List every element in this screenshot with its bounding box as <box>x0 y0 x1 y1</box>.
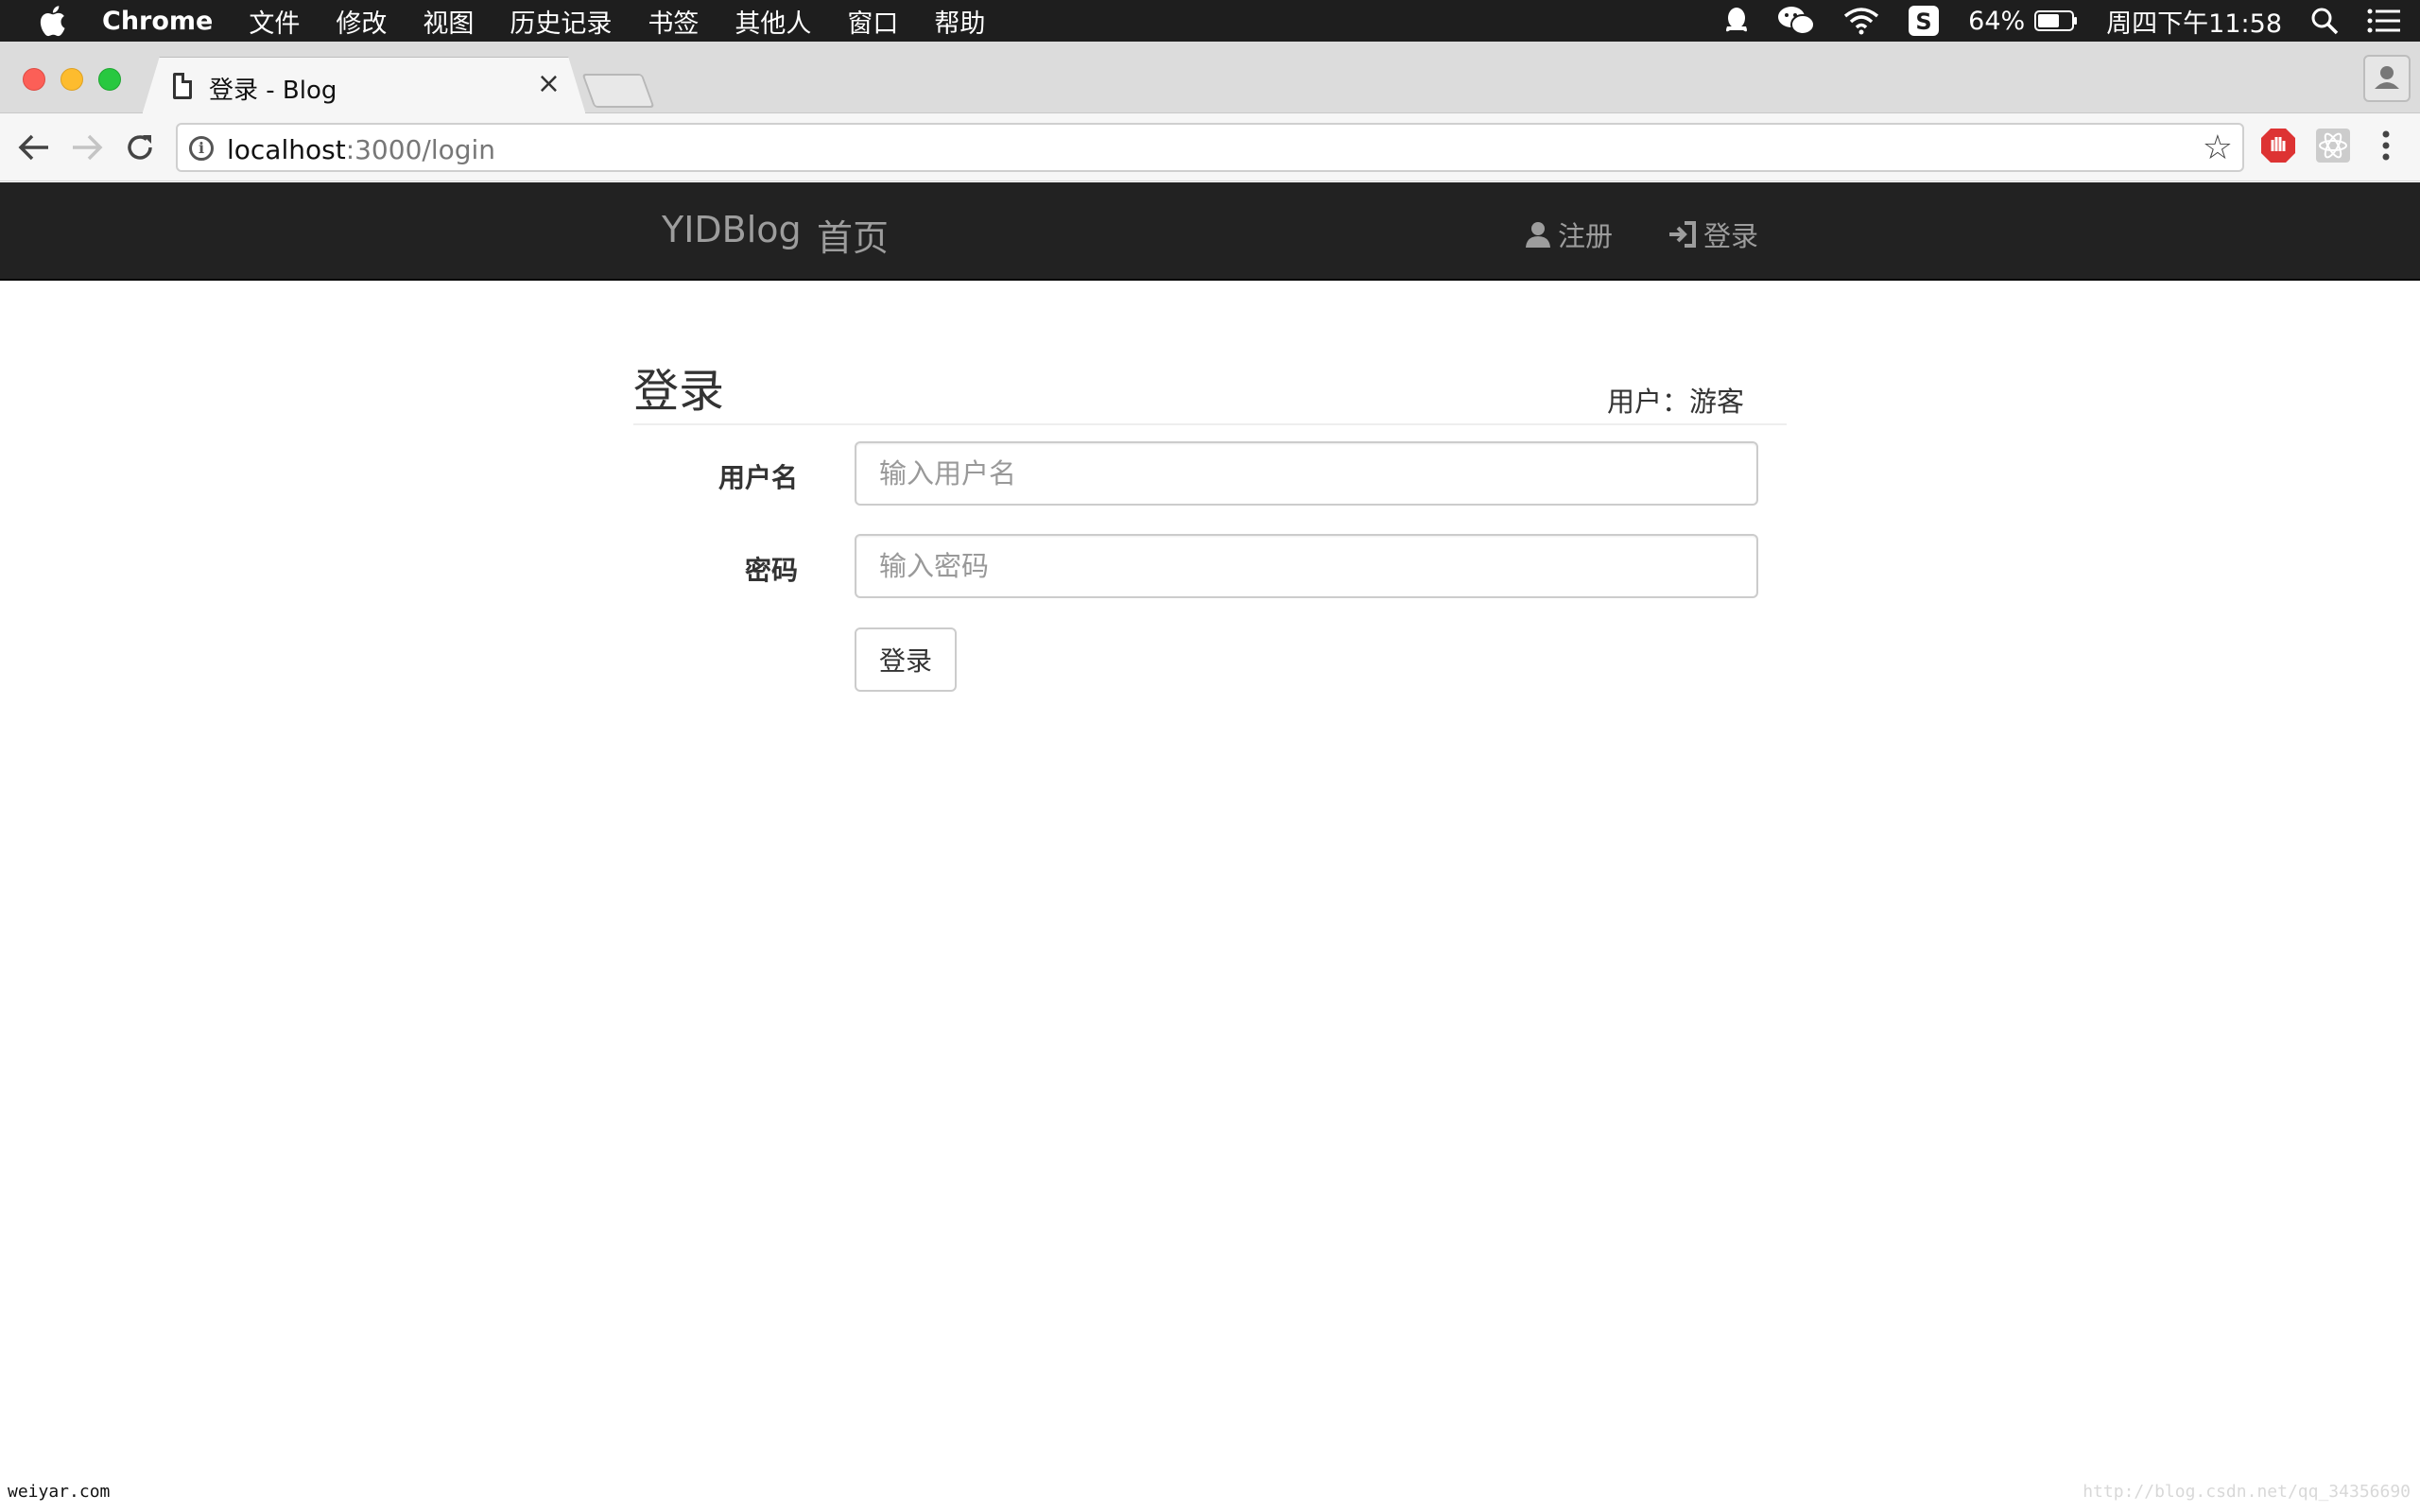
back-arrow-icon <box>18 134 48 161</box>
notification-center-icon[interactable] <box>2367 9 2401 33</box>
chrome-menu-kebab-icon[interactable] <box>2367 127 2405 164</box>
window-maximize-button[interactable] <box>98 68 121 91</box>
wechat-icon[interactable] <box>1777 6 1816 36</box>
back-button[interactable] <box>15 129 53 166</box>
url-path: :3000/login <box>345 134 496 165</box>
site-navbar: YIDBlog 首页 注册 登录 <box>0 182 2420 281</box>
nav-register-label: 注册 <box>1558 220 1614 252</box>
window-minimize-button[interactable] <box>60 68 83 91</box>
battery-percent: 64% <box>1968 6 2026 36</box>
username-input[interactable] <box>855 441 1758 506</box>
url-host: localhost <box>227 134 346 165</box>
new-tab-button[interactable] <box>581 74 655 108</box>
login-icon <box>1669 221 1696 248</box>
heading-divider <box>633 423 1787 425</box>
bookmark-star-icon[interactable]: ☆ <box>2203 129 2233 167</box>
browser-toolbar: i localhost:3000/login ☆ <box>0 113 2420 181</box>
spotlight-search-icon[interactable] <box>2310 7 2339 35</box>
browser-tab-strip: 登录 - Blog × <box>0 42 2420 115</box>
tab-close-icon[interactable]: × <box>537 67 561 100</box>
forward-arrow-icon <box>73 134 103 161</box>
password-label: 密码 <box>745 555 799 586</box>
window-close-button[interactable] <box>23 68 45 91</box>
current-user-status: 用户：游客 <box>1607 386 1745 418</box>
reload-button[interactable] <box>121 129 159 166</box>
menu-view[interactable]: 视图 <box>423 3 474 40</box>
profile-button[interactable] <box>2363 55 2411 102</box>
macos-menu-bar: Chrome 文件 修改 视图 历史记录 书签 其他人 窗口 帮助 S 64% … <box>0 0 2420 42</box>
nav-home-link[interactable]: 首页 <box>817 209 889 261</box>
url-text[interactable]: localhost:3000/login <box>227 134 495 165</box>
password-input[interactable] <box>855 534 1758 598</box>
browser-tab-active[interactable]: 登录 - Blog × <box>142 57 586 115</box>
username-label: 用户名 <box>718 462 799 493</box>
forward-button[interactable] <box>68 129 106 166</box>
menu-file[interactable]: 文件 <box>249 3 300 40</box>
tab-title: 登录 - Blog <box>209 77 337 105</box>
site-info-icon[interactable]: i <box>189 136 214 161</box>
battery-icon[interactable] <box>2034 10 2078 31</box>
menu-app-name[interactable]: Chrome <box>102 7 213 36</box>
nav-login-label: 登录 <box>1703 220 1759 252</box>
qq-icon[interactable] <box>1724 6 1749 36</box>
login-submit-button[interactable]: 登录 <box>855 627 957 692</box>
watermark-right: http://blog.csdn.net/qq_34356690 <box>2083 1482 2411 1502</box>
address-bar[interactable]: i localhost:3000/login ☆ <box>176 123 2244 172</box>
menu-history[interactable]: 历史记录 <box>510 3 612 40</box>
page-title: 登录 <box>633 365 725 418</box>
user-icon <box>1526 222 1550 248</box>
apple-icon[interactable] <box>38 5 66 37</box>
clock[interactable]: 周四下午11:58 <box>2106 3 2282 40</box>
watermark-left: weiyar.com <box>8 1482 111 1502</box>
menu-help[interactable]: 帮助 <box>934 3 985 40</box>
menu-bookmarks[interactable]: 书签 <box>648 3 699 40</box>
wifi-icon[interactable] <box>1843 7 1879 35</box>
sogou-input-icon[interactable]: S <box>1908 5 1940 37</box>
reload-icon <box>128 135 152 160</box>
brand-link[interactable]: YIDBlog <box>662 209 802 250</box>
adblock-extension-icon[interactable] <box>2259 127 2297 164</box>
menu-people[interactable]: 其他人 <box>735 3 811 40</box>
react-devtools-extension-icon[interactable] <box>2314 127 2352 164</box>
page-document-icon <box>173 73 192 99</box>
nav-register-link[interactable]: 注册 <box>1524 215 1613 254</box>
menu-window[interactable]: 窗口 <box>847 3 898 40</box>
nav-login-link[interactable]: 登录 <box>1668 215 1758 254</box>
svg-text:S: S <box>1916 9 1932 35</box>
menu-edit[interactable]: 修改 <box>336 3 387 40</box>
profile-person-icon <box>2375 66 2399 89</box>
